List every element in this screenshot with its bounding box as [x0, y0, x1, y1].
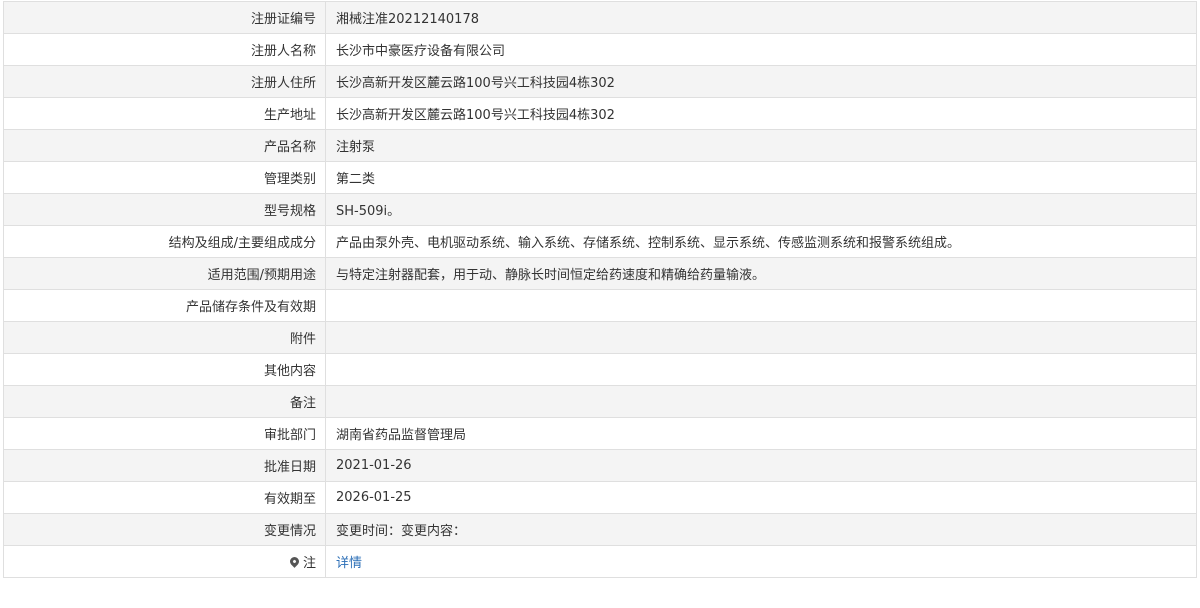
note-value-cell: 详情: [325, 545, 1197, 578]
table-row: 有效期至 2026-01-25: [3, 481, 1197, 514]
field-label: 结构及组成/主要组成成分: [3, 225, 326, 258]
detail-panel: 注册证编号 湘械注准20212140178 注册人名称 长沙市中豪医疗设备有限公…: [0, 0, 1200, 578]
table-row: 管理类别 第二类: [3, 161, 1197, 194]
table-row: 变更情况 变更时间：变更内容：: [3, 513, 1197, 546]
field-value: 长沙市中豪医疗设备有限公司: [325, 33, 1197, 66]
table-row: 附件: [3, 321, 1197, 354]
table-row: 审批部门 湖南省药品监督管理局: [3, 417, 1197, 450]
field-value: [325, 321, 1197, 354]
field-label: 注册人住所: [3, 65, 326, 98]
field-value: 长沙高新开发区麓云路100号兴工科技园4栋302: [325, 65, 1197, 98]
field-value: 变更时间：变更内容：: [325, 513, 1197, 546]
field-label: 备注: [3, 385, 326, 418]
field-label: 注册证编号: [3, 1, 326, 34]
field-label: 管理类别: [3, 161, 326, 194]
field-value: 第二类: [325, 161, 1197, 194]
field-value: 2021-01-26: [325, 449, 1197, 482]
field-label: 审批部门: [3, 417, 326, 450]
field-label: 有效期至: [3, 481, 326, 514]
note-row: 注 详情: [3, 545, 1197, 578]
field-label: 适用范围/预期用途: [3, 257, 326, 290]
table-row: 备注: [3, 385, 1197, 418]
table-row: 批准日期 2021-01-26: [3, 449, 1197, 482]
table-row: 生产地址 长沙高新开发区麓云路100号兴工科技园4栋302: [3, 97, 1197, 130]
table-row: 产品储存条件及有效期: [3, 289, 1197, 322]
table-row: 适用范围/预期用途 与特定注射器配套，用于动、静脉长时间恒定给药速度和精确给药量…: [3, 257, 1197, 290]
field-label: 产品名称: [3, 129, 326, 162]
field-label: 变更情况: [3, 513, 326, 546]
note-label-cell: 注: [3, 545, 326, 578]
field-value: SH-509i。: [325, 193, 1197, 226]
note-label: 注: [302, 556, 316, 571]
table-row: 注册人住所 长沙高新开发区麓云路100号兴工科技园4栋302: [3, 65, 1197, 98]
details-link[interactable]: 详情: [336, 556, 362, 571]
table-row: 注册证编号 湘械注准20212140178: [3, 1, 1197, 34]
table-row: 注册人名称 长沙市中豪医疗设备有限公司: [3, 33, 1197, 66]
field-label: 其他内容: [3, 353, 326, 386]
field-label: 批准日期: [3, 449, 326, 482]
field-value: 产品由泵外壳、电机驱动系统、输入系统、存储系统、控制系统、显示系统、传感监测系统…: [325, 225, 1197, 258]
field-value: [325, 353, 1197, 386]
pin-icon: [288, 555, 301, 568]
table-row: 其他内容: [3, 353, 1197, 386]
field-label: 生产地址: [3, 97, 326, 130]
field-value: 湘械注准20212140178: [325, 1, 1197, 34]
field-label: 产品储存条件及有效期: [3, 289, 326, 322]
table-row: 型号规格 SH-509i。: [3, 193, 1197, 226]
field-label: 附件: [3, 321, 326, 354]
field-value: 与特定注射器配套，用于动、静脉长时间恒定给药速度和精确给药量输液。: [325, 257, 1197, 290]
table-row: 产品名称 注射泵: [3, 129, 1197, 162]
field-value: [325, 289, 1197, 322]
field-value: [325, 385, 1197, 418]
field-value: 2026-01-25: [325, 481, 1197, 514]
field-value: 长沙高新开发区麓云路100号兴工科技园4栋302: [325, 97, 1197, 130]
field-label: 型号规格: [3, 193, 326, 226]
field-value: 注射泵: [325, 129, 1197, 162]
table-row: 结构及组成/主要组成成分 产品由泵外壳、电机驱动系统、输入系统、存储系统、控制系…: [3, 225, 1197, 258]
field-label: 注册人名称: [3, 33, 326, 66]
field-value: 湖南省药品监督管理局: [325, 417, 1197, 450]
registration-detail-table: 注册证编号 湘械注准20212140178 注册人名称 长沙市中豪医疗设备有限公…: [3, 1, 1197, 578]
